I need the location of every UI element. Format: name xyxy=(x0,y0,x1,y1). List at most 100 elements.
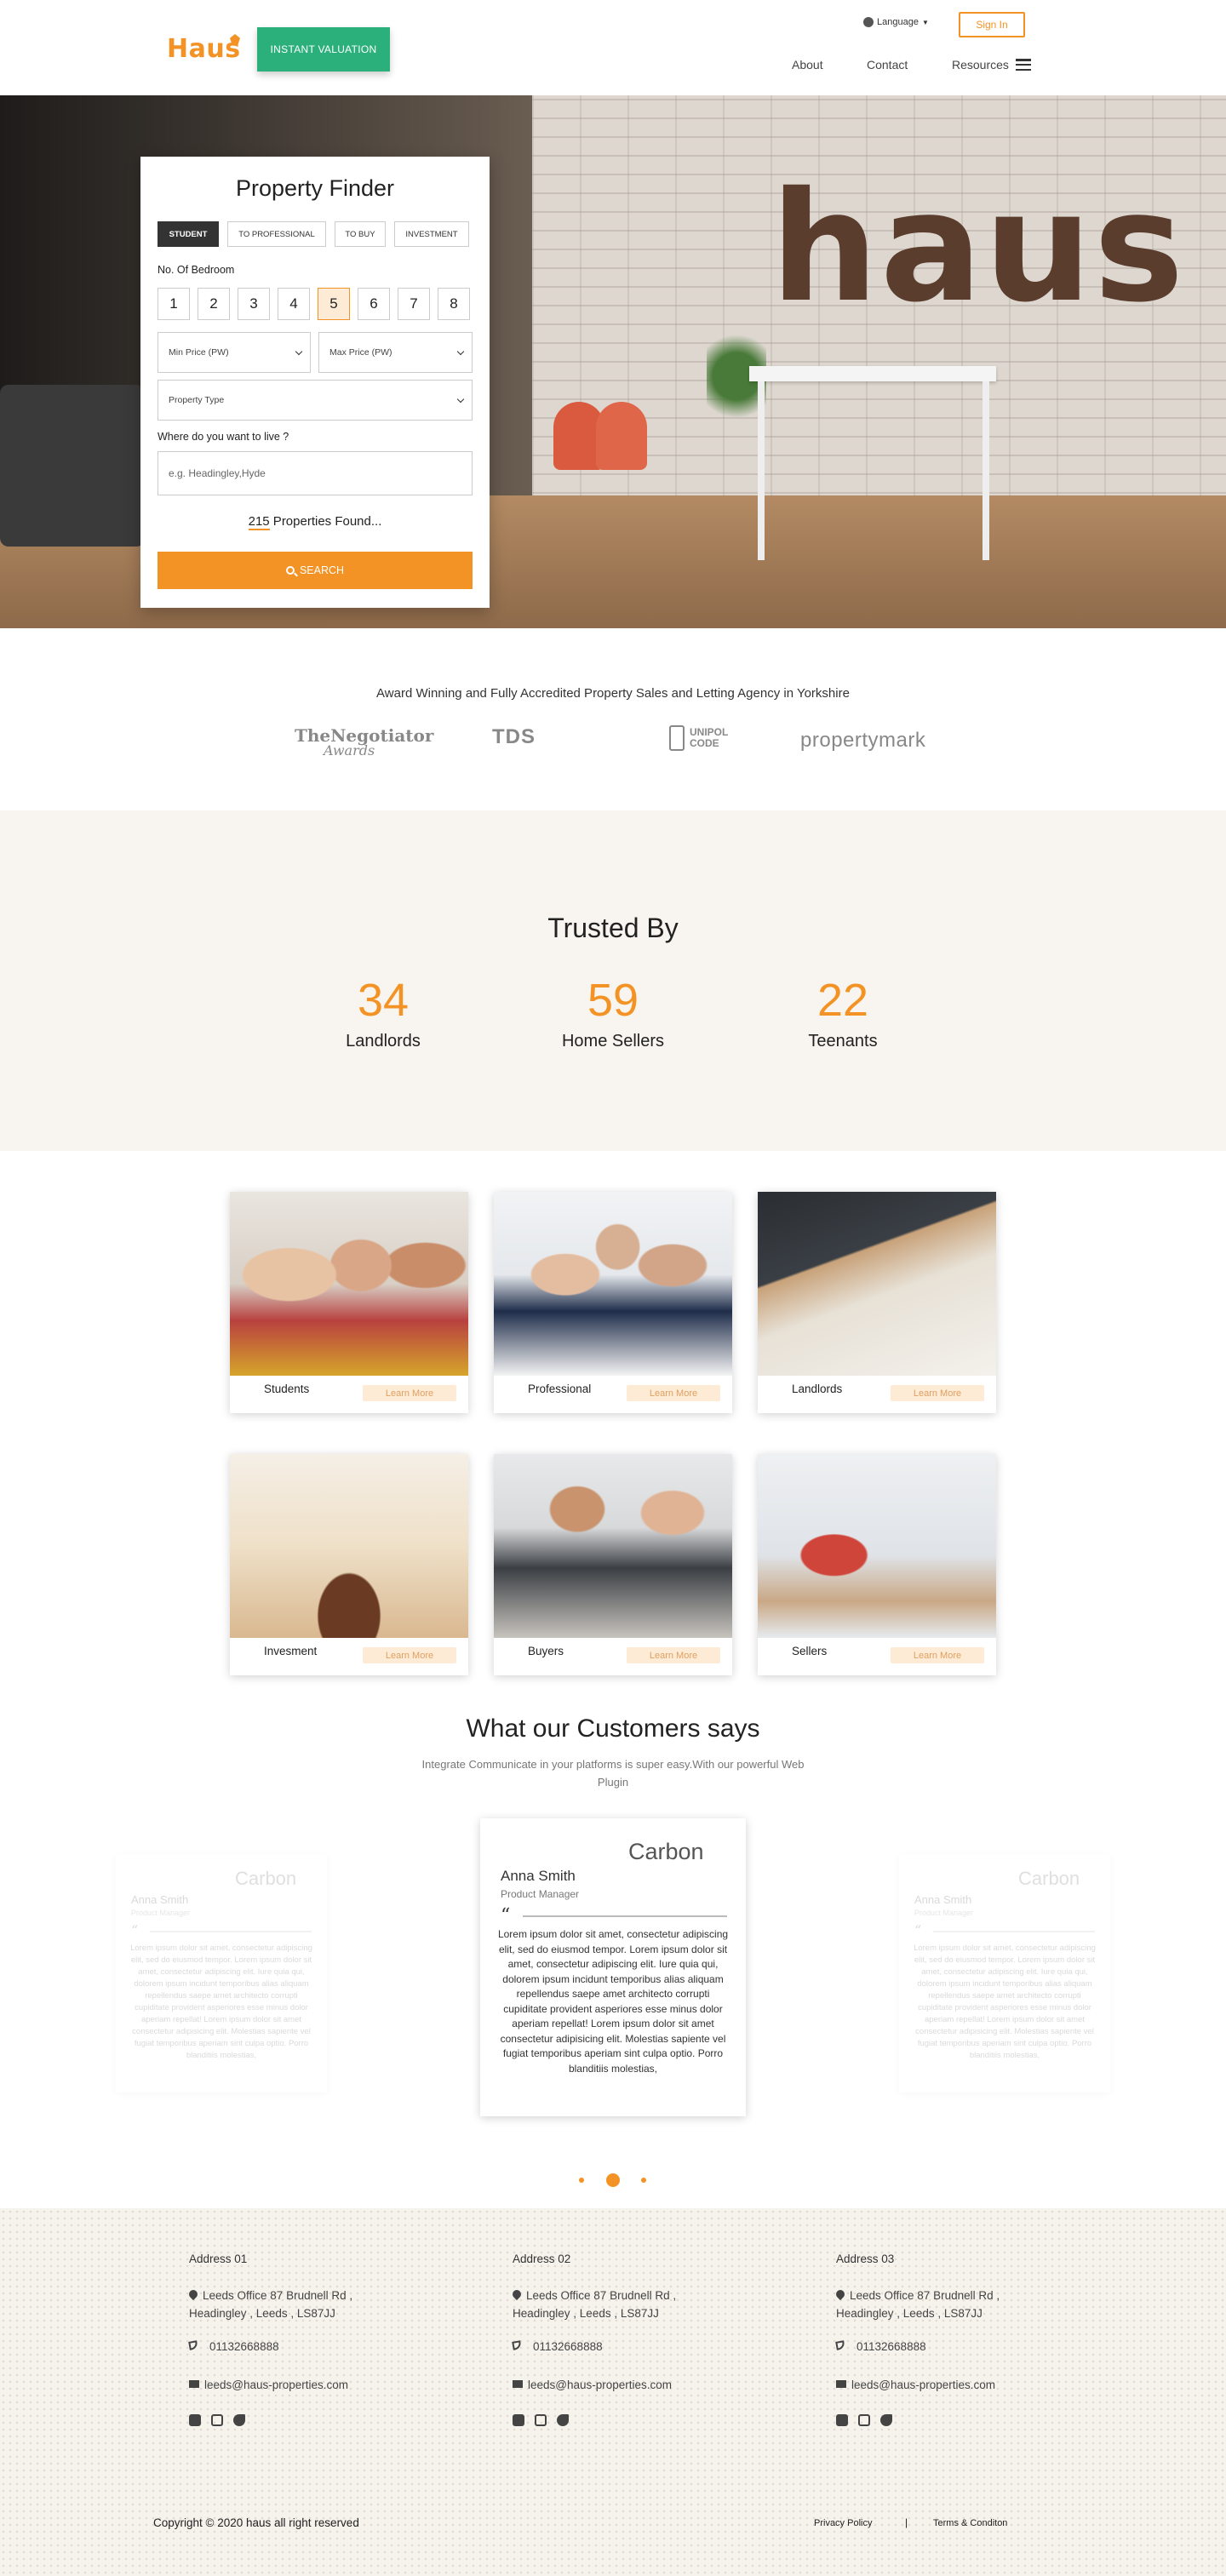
category-card-buyers[interactable]: Buyers Learn More xyxy=(494,1454,732,1675)
properties-found-text: Properties Found... xyxy=(269,514,382,529)
tds-logo: TDS xyxy=(492,725,536,748)
caret-down-icon: ▼ xyxy=(921,18,929,26)
footer-email[interactable]: leeds@haus-properties.com xyxy=(836,2376,995,2394)
learn-more-button[interactable]: Learn More xyxy=(627,1647,720,1663)
unipol-logo-text: UNIPOL CODE xyxy=(690,726,729,749)
stat-label: Home Sellers xyxy=(561,1032,665,1050)
bedroom-option-selected[interactable]: 5 xyxy=(318,288,350,320)
nav-about[interactable]: About xyxy=(792,58,823,72)
properties-found-count: 215 xyxy=(248,514,270,530)
property-type-value: Property Type xyxy=(169,395,225,405)
min-price-select[interactable]: Min Price (PW) xyxy=(158,332,311,373)
propertymark-logo: propertymark xyxy=(800,729,926,752)
carousel-dot[interactable] xyxy=(641,2178,646,2183)
instagram-icon[interactable] xyxy=(858,2414,870,2426)
testimonial-card-active[interactable]: Carbon Anna Smith Product Manager “ Lore… xyxy=(480,1818,746,2116)
bedroom-option[interactable]: 6 xyxy=(358,288,390,320)
tab-student[interactable]: STUDENT xyxy=(158,221,219,247)
testimonial-card-left[interactable]: Carbon Anna Smith Product Manager “ Lore… xyxy=(116,1854,327,2092)
stat-landlords: 34 Landlords xyxy=(298,974,468,1051)
negotiator-awards-logo: TheNegotiator Awards xyxy=(295,725,433,758)
footer-separator: | xyxy=(905,2516,908,2528)
testimonial-card-right[interactable]: Carbon Anna Smith Product Manager “ Lore… xyxy=(899,1854,1110,2092)
bedroom-option[interactable]: 2 xyxy=(198,288,230,320)
site-footer: Address 01 Leeds Office 87 Brudnell Rd ,… xyxy=(0,2208,1226,2576)
testimonial-divider xyxy=(150,1931,312,1932)
hero-sofa xyxy=(0,385,145,547)
bedroom-option[interactable]: 3 xyxy=(238,288,270,320)
quote-icon: “ xyxy=(131,1922,139,1938)
card-title: Buyers xyxy=(528,1645,564,1657)
category-card-landlords[interactable]: Landlords Learn More xyxy=(758,1192,996,1413)
chevron-down-icon xyxy=(456,347,465,355)
landlords-photo xyxy=(758,1192,996,1376)
facebook-icon[interactable] xyxy=(513,2414,524,2426)
property-finder: Property Finder STUDENT TO PROFESSIONAL … xyxy=(140,157,490,608)
site-header: Haus INSTANT VALUATION Language ▼ Sign I… xyxy=(0,0,1226,95)
learn-more-button[interactable]: Learn More xyxy=(891,1647,984,1663)
testimonial-role: Product Manager xyxy=(914,1909,974,1917)
nav-contact[interactable]: Contact xyxy=(867,58,908,72)
footer-phone[interactable]: 01132668888 xyxy=(512,2338,603,2356)
card-title: Landlords xyxy=(792,1382,843,1395)
terms-link[interactable]: Terms & Conditon xyxy=(933,2518,1007,2528)
learn-more-button[interactable]: Learn More xyxy=(363,1647,456,1663)
footer-email[interactable]: leeds@haus-properties.com xyxy=(513,2376,672,2394)
testimonial-name: Anna Smith xyxy=(501,1868,576,1884)
facebook-icon[interactable] xyxy=(836,2414,848,2426)
property-type-select[interactable]: Property Type xyxy=(158,380,473,421)
testimonial-name: Anna Smith xyxy=(914,1893,972,1906)
max-price-select[interactable]: Max Price (PW) xyxy=(318,332,473,373)
footer-phone[interactable]: 01132668888 xyxy=(188,2338,279,2356)
tab-investment[interactable]: INVESTMENT xyxy=(394,221,469,247)
bedroom-option[interactable]: 1 xyxy=(158,288,190,320)
category-card-professional[interactable]: Professional Learn More xyxy=(494,1192,732,1413)
buyers-photo xyxy=(494,1454,732,1638)
investment-photo xyxy=(230,1454,468,1638)
footer-address-title: Address 01 xyxy=(189,2253,248,2265)
card-title: Invesment xyxy=(264,1645,318,1657)
learn-more-button[interactable]: Learn More xyxy=(627,1385,720,1401)
instant-valuation-button[interactable]: INSTANT VALUATION xyxy=(257,27,390,72)
carousel-dot[interactable] xyxy=(579,2178,584,2183)
footer-address-title: Address 03 xyxy=(836,2253,895,2265)
learn-more-button[interactable]: Learn More xyxy=(363,1385,456,1401)
bedroom-option[interactable]: 7 xyxy=(398,288,430,320)
bedroom-option[interactable]: 4 xyxy=(278,288,310,320)
logo[interactable]: Haus xyxy=(167,34,241,64)
twitter-icon[interactable] xyxy=(557,2414,569,2426)
learn-more-button[interactable]: Learn More xyxy=(891,1385,984,1401)
professional-photo xyxy=(494,1192,732,1376)
location-input[interactable]: e.g. Headingley,Hyde xyxy=(158,451,473,495)
category-card-students[interactable]: Students Learn More xyxy=(230,1192,468,1413)
instagram-icon[interactable] xyxy=(211,2414,223,2426)
testimonial-body: Lorem ipsum dolor sit amet, consectetur … xyxy=(914,1943,1096,2060)
privacy-policy-link[interactable]: Privacy Policy xyxy=(814,2518,872,2528)
instagram-icon[interactable] xyxy=(535,2414,547,2426)
footer-phone-text: 01132668888 xyxy=(209,2340,279,2353)
chevron-down-icon xyxy=(295,347,303,355)
footer-email[interactable]: leeds@haus-properties.com xyxy=(189,2376,348,2394)
language-label: Language xyxy=(877,17,919,27)
nav-resources[interactable]: Resources xyxy=(952,58,1031,72)
footer-phone[interactable]: 01132668888 xyxy=(835,2338,926,2356)
stat-home-sellers: 59 Home Sellers xyxy=(528,974,698,1051)
category-card-sellers[interactable]: Sellers Learn More xyxy=(758,1454,996,1675)
category-card-investment[interactable]: Invesment Learn More xyxy=(230,1454,468,1675)
footer-address-3: Address 03 Leeds Office 87 Brudnell Rd ,… xyxy=(834,2253,1091,2426)
twitter-icon[interactable] xyxy=(233,2414,245,2426)
tab-to-professional[interactable]: TO PROFESSIONAL xyxy=(227,221,326,247)
footer-phone-text: 01132668888 xyxy=(533,2340,603,2353)
quote-icon: “ xyxy=(501,1905,511,1926)
facebook-icon[interactable] xyxy=(189,2414,201,2426)
tab-to-buy[interactable]: TO BUY xyxy=(335,221,386,247)
bedroom-option[interactable]: 8 xyxy=(438,288,470,320)
twitter-icon[interactable] xyxy=(880,2414,892,2426)
language-selector[interactable]: Language ▼ xyxy=(863,17,929,27)
sign-in-button[interactable]: Sign In xyxy=(959,12,1025,37)
mail-icon xyxy=(189,2380,199,2388)
phone-icon xyxy=(835,2340,845,2350)
search-button[interactable]: SEARCH xyxy=(158,552,473,589)
hamburger-menu-icon[interactable] xyxy=(1015,59,1031,71)
carousel-dot-active[interactable] xyxy=(606,2173,620,2187)
